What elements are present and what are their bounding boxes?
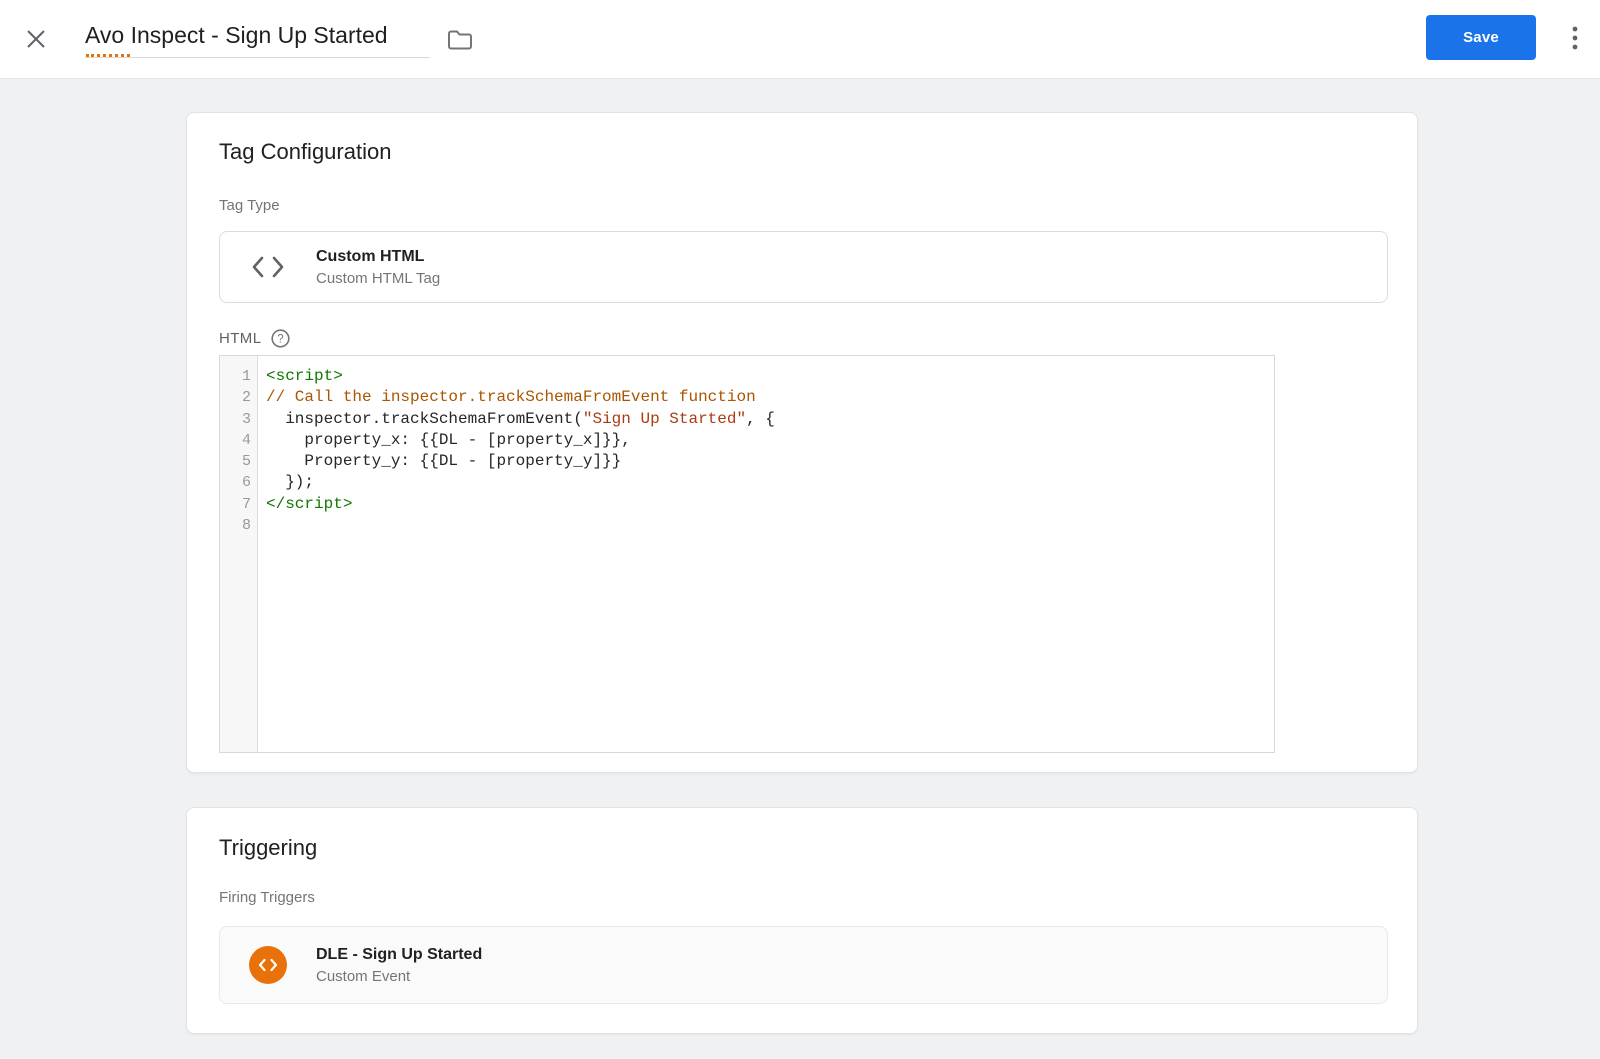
- code-token-plain: inspector.trackSchemaFromEvent(: [266, 410, 583, 428]
- kebab-menu-icon[interactable]: [1562, 25, 1588, 51]
- line-number: 7: [220, 494, 257, 515]
- code-token-tag: </script>: [266, 495, 352, 513]
- editor-code[interactable]: <script> // Call the inspector.trackSchem…: [258, 356, 1274, 752]
- code-token-plain: property_x: {{DL - [property_x]}},: [266, 431, 631, 449]
- custom-event-icon: [249, 946, 287, 984]
- svg-text:?: ?: [278, 333, 284, 345]
- tag-name-field[interactable]: Avo Inspect - Sign Up Started: [85, 22, 430, 58]
- trigger-type: Custom Event: [316, 968, 482, 985]
- line-number: 8: [220, 515, 257, 536]
- line-number: 2: [220, 387, 257, 408]
- tag-configuration-card: Tag Configuration Tag Type Custom HTML C…: [186, 112, 1418, 773]
- tag-type-label: Tag Type: [219, 197, 280, 214]
- line-number: 1: [220, 366, 257, 387]
- tag-configuration-title: Tag Configuration: [219, 139, 391, 165]
- code-line[interactable]: Property_y: {{DL - [property_y]}}: [266, 451, 1274, 472]
- line-number: 6: [220, 472, 257, 493]
- tag-type-name: Custom HTML: [316, 248, 440, 266]
- help-icon[interactable]: ?: [271, 329, 290, 348]
- triggering-card: Triggering Firing Triggers DLE - Sign Up…: [186, 807, 1418, 1034]
- tag-name-text[interactable]: Avo Inspect - Sign Up Started: [85, 22, 430, 58]
- spellcheck-underline: [86, 54, 130, 57]
- triggering-title: Triggering: [219, 835, 317, 861]
- top-bar: Avo Inspect - Sign Up Started Save: [0, 0, 1600, 79]
- trigger-row[interactable]: DLE - Sign Up Started Custom Event: [219, 926, 1388, 1004]
- code-token-comment: // Call the inspector.trackSchemaFromEve…: [266, 388, 756, 406]
- trigger-name: DLE - Sign Up Started: [316, 946, 482, 964]
- code-line[interactable]: // Call the inspector.trackSchemaFromEve…: [266, 387, 1274, 408]
- tag-type-selector[interactable]: Custom HTML Custom HTML Tag: [219, 231, 1388, 303]
- tag-type-description: Custom HTML Tag: [316, 270, 440, 287]
- code-line[interactable]: inspector.trackSchemaFromEvent("Sign Up …: [266, 409, 1274, 430]
- code-brackets-icon: [220, 256, 316, 278]
- code-editor[interactable]: 12345678 <script> // Call the inspector.t…: [219, 355, 1275, 753]
- save-button[interactable]: Save: [1426, 15, 1536, 60]
- code-token-plain: });: [266, 473, 314, 491]
- code-token-string: "Sign Up Started": [583, 410, 746, 428]
- code-line[interactable]: [266, 515, 1274, 536]
- code-line[interactable]: </script>: [266, 494, 1274, 515]
- tag-type-texts: Custom HTML Custom HTML Tag: [316, 248, 440, 287]
- trigger-icon-wrap: [220, 946, 316, 984]
- code-line[interactable]: });: [266, 472, 1274, 493]
- editor-gutter: 12345678: [220, 356, 258, 752]
- code-token-plain: , {: [746, 410, 775, 428]
- code-line[interactable]: property_x: {{DL - [property_x]}},: [266, 430, 1274, 451]
- close-icon[interactable]: [22, 25, 50, 53]
- code-line[interactable]: <script>: [266, 366, 1274, 387]
- code-token-plain: Property_y: {{DL - [property_y]}}: [266, 452, 621, 470]
- html-field-header: HTML ?: [219, 329, 290, 348]
- html-label: HTML: [219, 330, 261, 347]
- line-number: 5: [220, 451, 257, 472]
- code-token-tag: <script>: [266, 367, 343, 385]
- line-number: 3: [220, 409, 257, 430]
- folder-icon[interactable]: [446, 26, 474, 54]
- firing-triggers-label: Firing Triggers: [219, 889, 315, 906]
- line-number: 4: [220, 430, 257, 451]
- trigger-texts: DLE - Sign Up Started Custom Event: [316, 946, 482, 985]
